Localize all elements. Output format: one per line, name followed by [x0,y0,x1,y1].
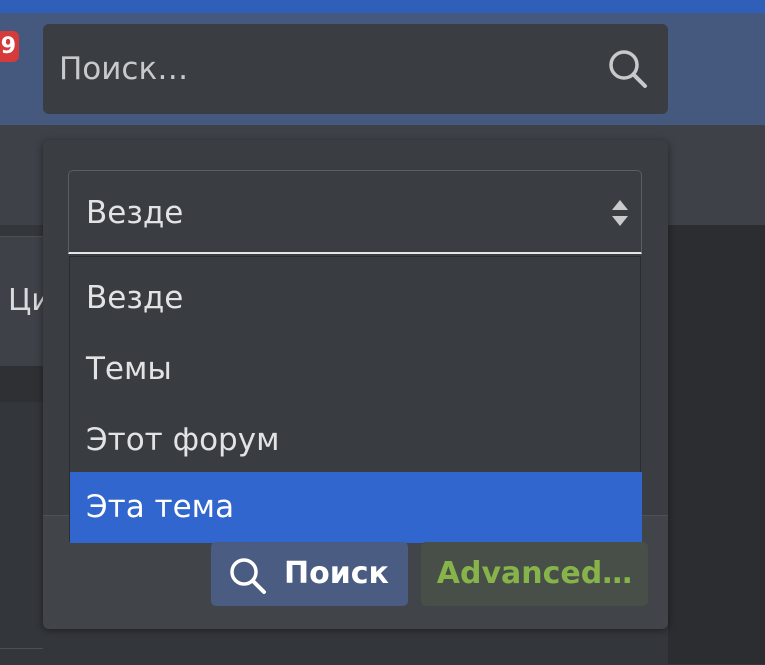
search-scope-selected-value: Везде [86,195,184,231]
background-footer-edge [0,648,43,665]
search-icon [230,558,266,594]
dropdown-option-threads[interactable]: Темы [70,334,642,405]
select-updown-arrows-icon [612,200,628,226]
dropdown-option-this-forum[interactable]: Этот форум [70,405,642,476]
header-search-box[interactable] [43,24,668,114]
advanced-search-button[interactable]: Advanced… [421,542,648,606]
search-icon[interactable] [606,47,650,91]
search-scope-dropdown-list: Везде Темы Этот форум Эта тема [69,256,642,543]
notification-badge[interactable]: 9 [0,31,19,62]
top-accent-strip [0,0,765,13]
page-background-right [668,225,765,664]
dropdown-option-this-thread[interactable]: Эта тема [70,472,642,543]
background-divider [0,366,43,402]
background-partial-label: Ци [8,283,43,318]
search-input[interactable] [43,24,603,114]
search-submit-label: Поиск [284,556,389,591]
search-scope-select[interactable]: Везде [68,170,642,254]
search-submit-button[interactable]: Поиск [211,542,408,606]
dropdown-option-everywhere[interactable]: Везде [70,263,642,334]
